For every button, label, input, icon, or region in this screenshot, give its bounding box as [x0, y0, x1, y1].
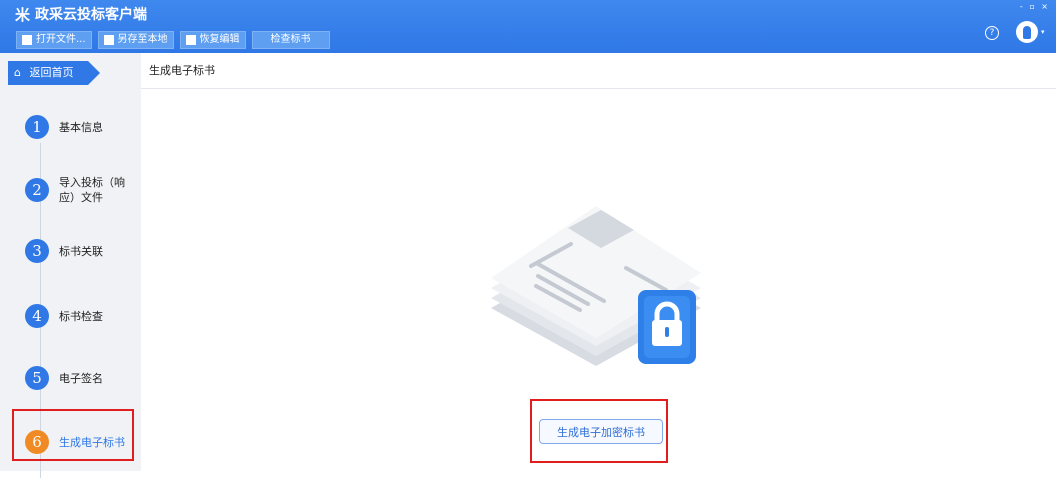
title-bar: 米 政采云投标客户端 打开文件... 另存至本地 恢复编辑 检查标书 - ▫ ×…	[0, 0, 1056, 53]
step-number: 4	[25, 304, 49, 328]
encrypted-document-illustration	[476, 198, 716, 392]
chevron-down-icon[interactable]: ▾	[1041, 28, 1045, 36]
help-icon[interactable]: ?	[985, 26, 999, 40]
step-import-files[interactable]: 2 导入投标（响应）文件	[25, 175, 129, 205]
main-content: 生成电子标书 生成电子加密标书	[141, 53, 1056, 471]
step-number: 5	[25, 366, 49, 390]
page-title: 生成电子标书	[141, 53, 1056, 89]
encrypted-document-icon	[491, 206, 701, 366]
restore-edit-button[interactable]: 恢复编辑	[179, 31, 246, 49]
step-number: 3	[25, 239, 49, 263]
window-controls[interactable]: - ▫ ×	[1020, 2, 1050, 11]
home-button[interactable]: ⌂ 返回首页	[8, 61, 100, 85]
step-label: 标书关联	[59, 244, 103, 258]
step-label: 电子签名	[59, 371, 103, 385]
step-number: 2	[25, 178, 49, 202]
step-e-signature[interactable]: 5 电子签名	[25, 366, 129, 390]
avatar[interactable]	[1016, 21, 1038, 43]
step-bid-check[interactable]: 4 标书检查	[25, 304, 129, 328]
generate-encrypted-bid-button[interactable]: 生成电子加密标书	[539, 419, 663, 444]
app-logo-icon: 米	[15, 6, 31, 24]
home-icon: ⌂	[14, 66, 21, 79]
step-label: 基本信息	[59, 120, 103, 134]
edit-icon	[185, 35, 196, 45]
step-number: 1	[25, 115, 49, 139]
step-label: 导入投标（响应）文件	[59, 176, 125, 204]
folder-icon	[22, 35, 32, 45]
open-file-button[interactable]: 打开文件...	[16, 31, 92, 49]
save-local-button[interactable]: 另存至本地	[97, 31, 174, 49]
sidebar: ⌂ 返回首页 1 基本信息 2 导入投标（响应）文件 3 标书关联 4 标书检查…	[0, 53, 142, 478]
toolbar: 打开文件... 另存至本地 恢复编辑 检查标书	[16, 31, 330, 49]
app-title: 政采云投标客户端	[35, 7, 147, 23]
step-basic-info[interactable]: 1 基本信息	[25, 115, 129, 139]
step-bid-association[interactable]: 3 标书关联	[25, 239, 129, 263]
active-step-highlight	[12, 409, 134, 461]
save-icon	[103, 35, 114, 45]
step-label: 标书检查	[59, 309, 103, 323]
check-bid-button[interactable]: 检查标书	[251, 31, 330, 49]
